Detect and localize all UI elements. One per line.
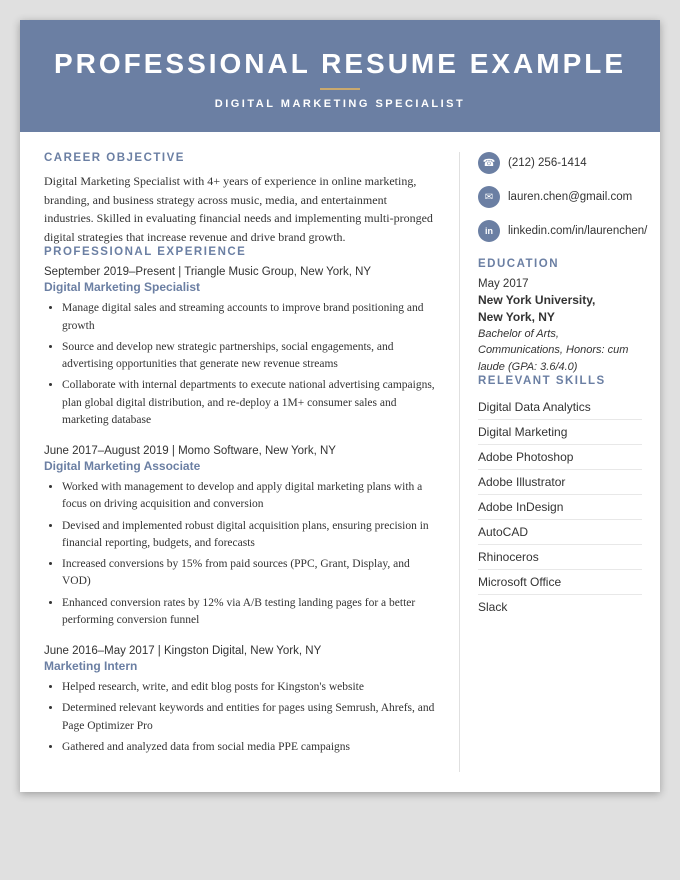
exp-meta-2: June 2017–August 2019 | Momo Software, N… (44, 445, 439, 457)
experience-entry-1: September 2019–Present | Triangle Music … (44, 266, 439, 429)
skills-section: RELEVANT SKILLS Digital Data Analytics D… (478, 375, 642, 619)
skill-item: AutoCAD (478, 520, 642, 545)
bullet: Worked with management to develop and ap… (62, 479, 439, 514)
bullet: Helped research, write, and edit blog po… (62, 679, 439, 696)
skill-item: Adobe InDesign (478, 495, 642, 520)
bullet: Enhanced conversion rates by 12% via A/B… (62, 595, 439, 630)
experience-entry-3: June 2016–May 2017 | Kingston Digital, N… (44, 645, 439, 756)
exp-bullets-1: Manage digital sales and streaming accou… (44, 300, 439, 429)
skills-title: RELEVANT SKILLS (478, 375, 642, 387)
bullet: Source and develop new strategic partner… (62, 339, 439, 374)
exp-bullets-3: Helped research, write, and edit blog po… (44, 679, 439, 756)
header-divider (320, 88, 360, 90)
career-objective-body: Digital Marketing Specialist with 4+ yea… (44, 172, 439, 246)
education-title: EDUCATION (478, 258, 642, 270)
education-section: EDUCATION May 2017 New York University, … (478, 258, 642, 375)
exp-title-2: Digital Marketing Associate (44, 459, 439, 473)
right-column: ☎ (212) 256-1414 ✉ lauren.chen@gmail.com… (460, 152, 660, 772)
phone-icon: ☎ (478, 152, 500, 174)
exp-meta-3: June 2016–May 2017 | Kingston Digital, N… (44, 645, 439, 657)
skill-item: Slack (478, 595, 642, 619)
professional-experience-section: PROFESSIONAL EXPERIENCE September 2019–P… (44, 246, 439, 756)
exp-title-1: Digital Marketing Specialist (44, 280, 439, 294)
phone-text: (212) 256-1414 (508, 157, 587, 169)
bullet: Increased conversions by 15% from paid s… (62, 556, 439, 591)
skill-item: Microsoft Office (478, 570, 642, 595)
email-icon: ✉ (478, 186, 500, 208)
skill-item: Adobe Photoshop (478, 445, 642, 470)
edu-school-line1: New York University, (478, 292, 642, 309)
bullet: Determined relevant keywords and entitie… (62, 700, 439, 735)
edu-school-line2: New York, NY (478, 309, 642, 326)
bullet: Manage digital sales and streaming accou… (62, 300, 439, 335)
contact-section: ☎ (212) 256-1414 ✉ lauren.chen@gmail.com… (478, 152, 642, 242)
resume-body: CAREER OBJECTIVE Digital Marketing Speci… (20, 132, 660, 792)
contact-email: ✉ lauren.chen@gmail.com (478, 186, 642, 208)
career-objective-title: CAREER OBJECTIVE (44, 152, 439, 164)
skill-item: Adobe Illustrator (478, 470, 642, 495)
exp-meta-1: September 2019–Present | Triangle Music … (44, 266, 439, 278)
exp-title-3: Marketing Intern (44, 659, 439, 673)
resume-header: PROFESSIONAL RESUME EXAMPLE DIGITAL MARK… (20, 20, 660, 132)
linkedin-icon: in (478, 220, 500, 242)
email-text: lauren.chen@gmail.com (508, 191, 632, 203)
exp-bullets-2: Worked with management to develop and ap… (44, 479, 439, 629)
skill-item: Digital Marketing (478, 420, 642, 445)
left-column: CAREER OBJECTIVE Digital Marketing Speci… (20, 152, 460, 772)
main-title: PROFESSIONAL RESUME EXAMPLE (50, 48, 630, 80)
resume-wrapper: PROFESSIONAL RESUME EXAMPLE DIGITAL MARK… (20, 20, 660, 792)
professional-experience-title: PROFESSIONAL EXPERIENCE (44, 246, 439, 258)
edu-details: Bachelor of Arts, Communications, Honors… (478, 326, 642, 376)
experience-entry-2: June 2017–August 2019 | Momo Software, N… (44, 445, 439, 629)
bullet: Collaborate with internal departments to… (62, 377, 439, 429)
bullet: Devised and implemented robust digital a… (62, 518, 439, 553)
contact-phone: ☎ (212) 256-1414 (478, 152, 642, 174)
contact-linkedin: in linkedin.com/in/laurenchen/ (478, 220, 642, 242)
skill-item: Rhinoceros (478, 545, 642, 570)
edu-date: May 2017 (478, 278, 642, 290)
header-subtitle: DIGITAL MARKETING SPECIALIST (50, 98, 630, 110)
bullet: Gathered and analyzed data from social m… (62, 739, 439, 756)
career-objective-section: CAREER OBJECTIVE Digital Marketing Speci… (44, 152, 439, 246)
linkedin-text: linkedin.com/in/laurenchen/ (508, 225, 647, 237)
skill-item: Digital Data Analytics (478, 395, 642, 420)
